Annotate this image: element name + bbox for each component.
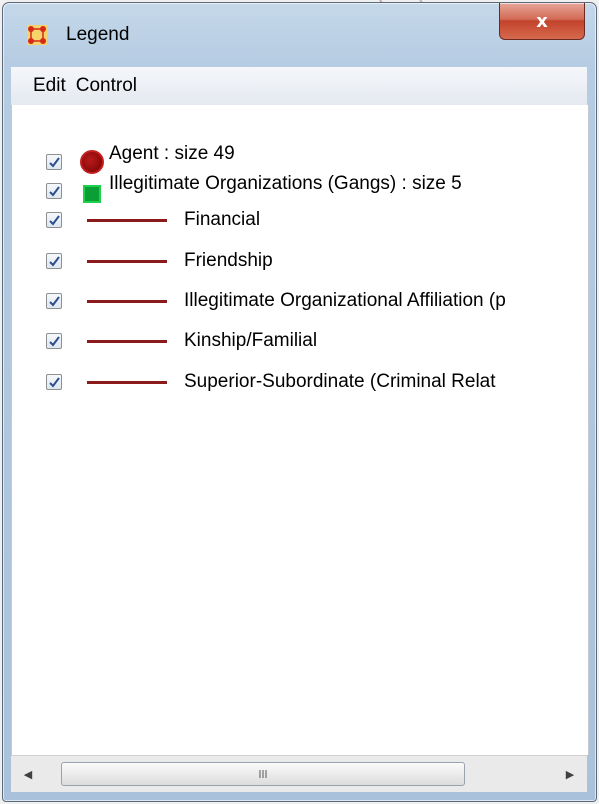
menu-bar: Edit Control <box>11 67 587 106</box>
checkmark-icon <box>49 336 60 347</box>
menu-control[interactable]: Control <box>76 75 147 97</box>
legend-link-row: Kinship/Familial <box>12 330 588 352</box>
checkmark-icon <box>49 157 60 168</box>
checkbox-kinship[interactable] <box>46 333 62 349</box>
close-x-icon: x <box>536 10 548 32</box>
checkbox-friendship[interactable] <box>46 253 62 269</box>
legend-link-row: Illegitimate Organizational Affiliation … <box>12 290 588 312</box>
legend-panel: Agent : size 49 Illegitimate Organizatio… <box>11 105 589 755</box>
scroll-right-arrow-icon[interactable]: ▶ <box>561 764 579 784</box>
legend-link-label: Kinship/Familial <box>184 330 318 351</box>
legend-link-label: Superior-Subordinate (Criminal Relat <box>184 371 496 392</box>
checkbox-affiliation[interactable] <box>46 293 62 309</box>
menu-edit[interactable]: Edit <box>11 75 76 97</box>
checkmark-icon <box>49 215 60 226</box>
link-line-swatch <box>87 300 167 303</box>
checkbox-gangs[interactable] <box>46 183 62 199</box>
checkmark-icon <box>49 377 60 388</box>
legend-link-row: Financial <box>12 209 588 231</box>
legend-window: Legend x Edit Control Agent : size 49 Il… <box>2 2 597 802</box>
link-line-swatch <box>87 381 167 384</box>
link-line-swatch <box>87 340 167 343</box>
legend-link-row: Friendship <box>12 250 588 272</box>
checkmark-icon <box>49 256 60 267</box>
checkbox-financial[interactable] <box>46 212 62 228</box>
scroll-left-arrow-icon[interactable]: ◀ <box>19 764 37 784</box>
close-button[interactable]: x <box>499 3 585 40</box>
link-line-swatch <box>87 219 167 222</box>
checkmark-icon <box>49 296 60 307</box>
checkbox-agent[interactable] <box>46 154 62 170</box>
checkmark-icon <box>49 186 60 197</box>
ora-app-icon <box>27 25 47 45</box>
horizontal-scrollbar[interactable]: ◀ ▶ <box>11 755 587 792</box>
legend-node-row: Illegitimate Organizations (Gangs) : siz… <box>12 173 588 203</box>
checkbox-superior-subordinate[interactable] <box>46 374 62 390</box>
scroll-thumb[interactable] <box>61 762 465 786</box>
legend-node-label: Illegitimate Organizations (Gangs) : siz… <box>109 173 462 194</box>
link-line-swatch <box>87 260 167 263</box>
window-title: Legend <box>66 24 130 45</box>
agent-circle-swatch <box>80 150 104 174</box>
legend-link-label: Financial <box>184 209 261 230</box>
legend-link-row: Superior-Subordinate (Criminal Relat <box>12 371 588 393</box>
title-bar[interactable]: Legend x <box>3 3 596 67</box>
legend-node-label: Agent : size 49 <box>109 143 235 164</box>
grip-icon <box>259 770 267 778</box>
legend-link-label: Friendship <box>184 250 273 271</box>
legend-node-row: Agent : size 49 <box>12 143 588 174</box>
legend-link-label: Illegitimate Organizational Affiliation … <box>184 290 506 311</box>
gangs-square-swatch <box>83 185 101 203</box>
